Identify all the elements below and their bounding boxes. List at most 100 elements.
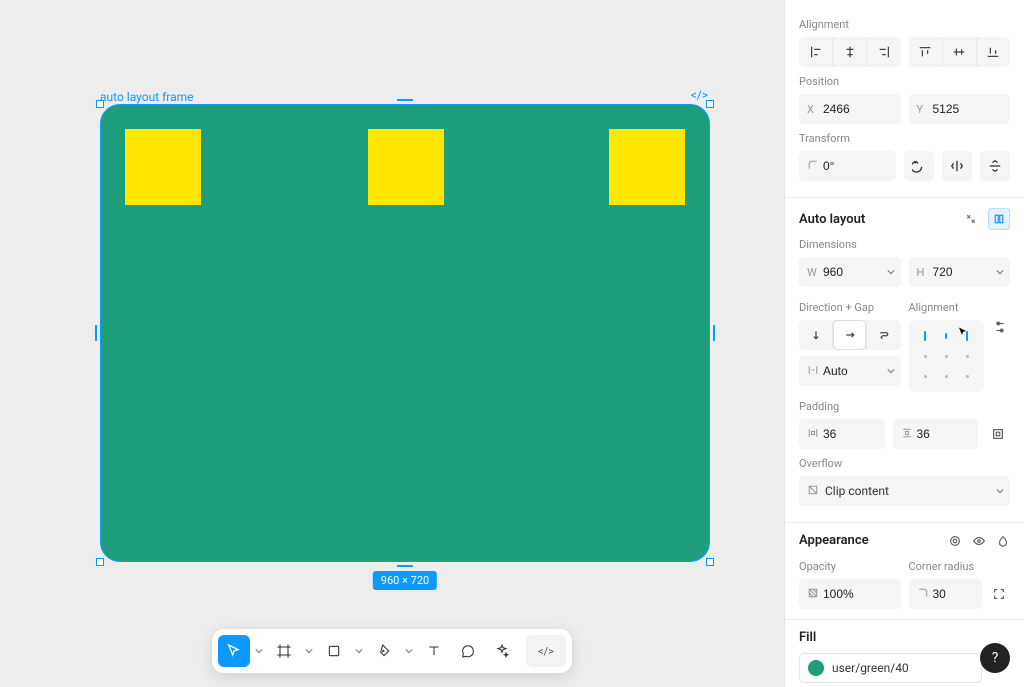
position-y-field[interactable]: Y — [909, 94, 1011, 124]
ai-tool[interactable] — [486, 635, 518, 667]
edge-handle-top[interactable] — [397, 99, 413, 101]
position-title: Position — [799, 75, 1010, 88]
comment-tool[interactable] — [452, 635, 484, 667]
fill-name: user/green/40 — [832, 661, 909, 675]
toolbar: </> — [212, 629, 572, 673]
alignment-title: Alignment — [799, 18, 1010, 31]
resize-handle-tl[interactable] — [96, 100, 104, 108]
gap-input[interactable] — [823, 364, 893, 378]
frame-tool[interactable] — [268, 635, 300, 667]
rotate-90-button[interactable] — [904, 151, 934, 181]
padding-per-side[interactable] — [986, 419, 1010, 449]
resize-handle-bl[interactable] — [96, 558, 104, 566]
padding-v-field[interactable] — [893, 419, 979, 449]
gap-caret[interactable] — [887, 364, 895, 378]
position-x-input[interactable] — [823, 102, 893, 116]
canvas[interactable]: auto layout frame </> 960 × 720 — [0, 0, 784, 687]
direction-wrap[interactable] — [866, 320, 900, 350]
alignment-grid[interactable] — [909, 320, 985, 392]
direction-horizontal[interactable] — [832, 320, 866, 350]
visibility-icon[interactable] — [972, 534, 986, 548]
flip-horizontal-button[interactable] — [942, 151, 972, 181]
padding-h-input[interactable] — [823, 427, 877, 441]
resize-handle-tr[interactable] — [706, 100, 714, 108]
padding-h-icon — [807, 427, 817, 442]
opacity-icon — [807, 587, 817, 602]
radius-icon — [917, 587, 927, 602]
edge-handle-right[interactable] — [713, 325, 715, 341]
help-button[interactable]: ? — [980, 643, 1010, 673]
align-vertical-group — [909, 37, 1011, 67]
overflow-field[interactable]: Clip content — [799, 476, 1010, 506]
gap-field[interactable] — [799, 356, 901, 386]
rotation-field[interactable] — [799, 151, 896, 181]
width-field[interactable]: W — [799, 257, 901, 287]
edge-handle-bottom[interactable] — [397, 565, 413, 567]
align-vcenter[interactable] — [942, 37, 976, 67]
position-x-label: X — [807, 103, 817, 116]
shape-tool-caret[interactable] — [352, 635, 366, 667]
direction-group — [799, 320, 901, 350]
child-rect-2[interactable] — [368, 129, 444, 205]
shape-tool[interactable] — [318, 635, 350, 667]
blend-icon[interactable] — [996, 534, 1010, 548]
opacity-field[interactable] — [799, 579, 901, 609]
padding-title: Padding — [799, 400, 1010, 413]
overflow-caret[interactable] — [996, 484, 1004, 498]
frame-label[interactable]: auto layout frame — [100, 90, 194, 104]
align-top[interactable] — [909, 37, 942, 67]
resize-handle-br[interactable] — [706, 558, 714, 566]
width-input[interactable] — [823, 265, 893, 279]
fill-title: Fill — [799, 630, 816, 645]
align-left[interactable] — [799, 37, 832, 67]
child-rect-3[interactable] — [609, 129, 685, 205]
frame-tool-caret[interactable] — [302, 635, 316, 667]
radius-title: Corner radius — [909, 560, 1011, 573]
variable-icon[interactable] — [948, 534, 962, 548]
height-mode-caret[interactable] — [996, 265, 1004, 279]
align-hcenter[interactable] — [832, 37, 866, 67]
move-tool-caret[interactable] — [252, 635, 266, 667]
al-align-title: Alignment — [909, 301, 1011, 314]
position-y-label: Y — [917, 103, 927, 116]
direction-gap-title: Direction + Gap — [799, 301, 901, 314]
position-x-field[interactable]: X — [799, 94, 901, 124]
height-input[interactable] — [933, 265, 1003, 279]
align-bottom[interactable] — [976, 37, 1010, 67]
flip-vertical-button[interactable] — [980, 151, 1010, 181]
fill-chip[interactable]: user/green/40 — [799, 653, 982, 683]
help-label: ? — [992, 650, 999, 666]
position-y-input[interactable] — [933, 102, 1003, 116]
inspector-panel[interactable]: Alignment Position X Y — [784, 0, 1024, 687]
edge-handle-left[interactable] — [95, 325, 97, 341]
width-label: W — [807, 266, 817, 279]
pen-tool-caret[interactable] — [402, 635, 416, 667]
dimension-badge: 960 × 720 — [373, 571, 437, 590]
radius-field[interactable] — [909, 579, 983, 609]
width-mode-caret[interactable] — [887, 265, 895, 279]
move-tool[interactable] — [218, 635, 250, 667]
padding-h-field[interactable] — [799, 419, 885, 449]
align-right[interactable] — [866, 37, 900, 67]
gap-icon — [807, 364, 817, 379]
radius-per-corner[interactable] — [988, 579, 1010, 609]
height-field[interactable]: H — [909, 257, 1011, 287]
radius-input[interactable] — [933, 587, 975, 601]
text-tool[interactable] — [418, 635, 450, 667]
fill-swatch[interactable] — [808, 660, 824, 676]
auto-layout-off[interactable] — [960, 208, 982, 230]
rotation-input[interactable] — [823, 159, 888, 173]
rotate-icon — [807, 159, 817, 174]
opacity-input[interactable] — [823, 587, 893, 601]
alignment-advanced[interactable] — [990, 320, 1010, 334]
height-label: H — [917, 266, 927, 279]
dev-mode-toggle[interactable]: </> — [528, 635, 564, 667]
selected-frame[interactable]: 960 × 720 — [100, 104, 710, 562]
padding-v-input[interactable] — [917, 427, 971, 441]
pen-tool[interactable] — [368, 635, 400, 667]
frame-body[interactable] — [100, 104, 710, 562]
direction-vertical[interactable] — [799, 320, 832, 350]
appearance-section: Appearance Opacity Corner radius — [785, 523, 1024, 620]
auto-layout-on[interactable] — [988, 208, 1010, 230]
child-rect-1[interactable] — [125, 129, 201, 205]
